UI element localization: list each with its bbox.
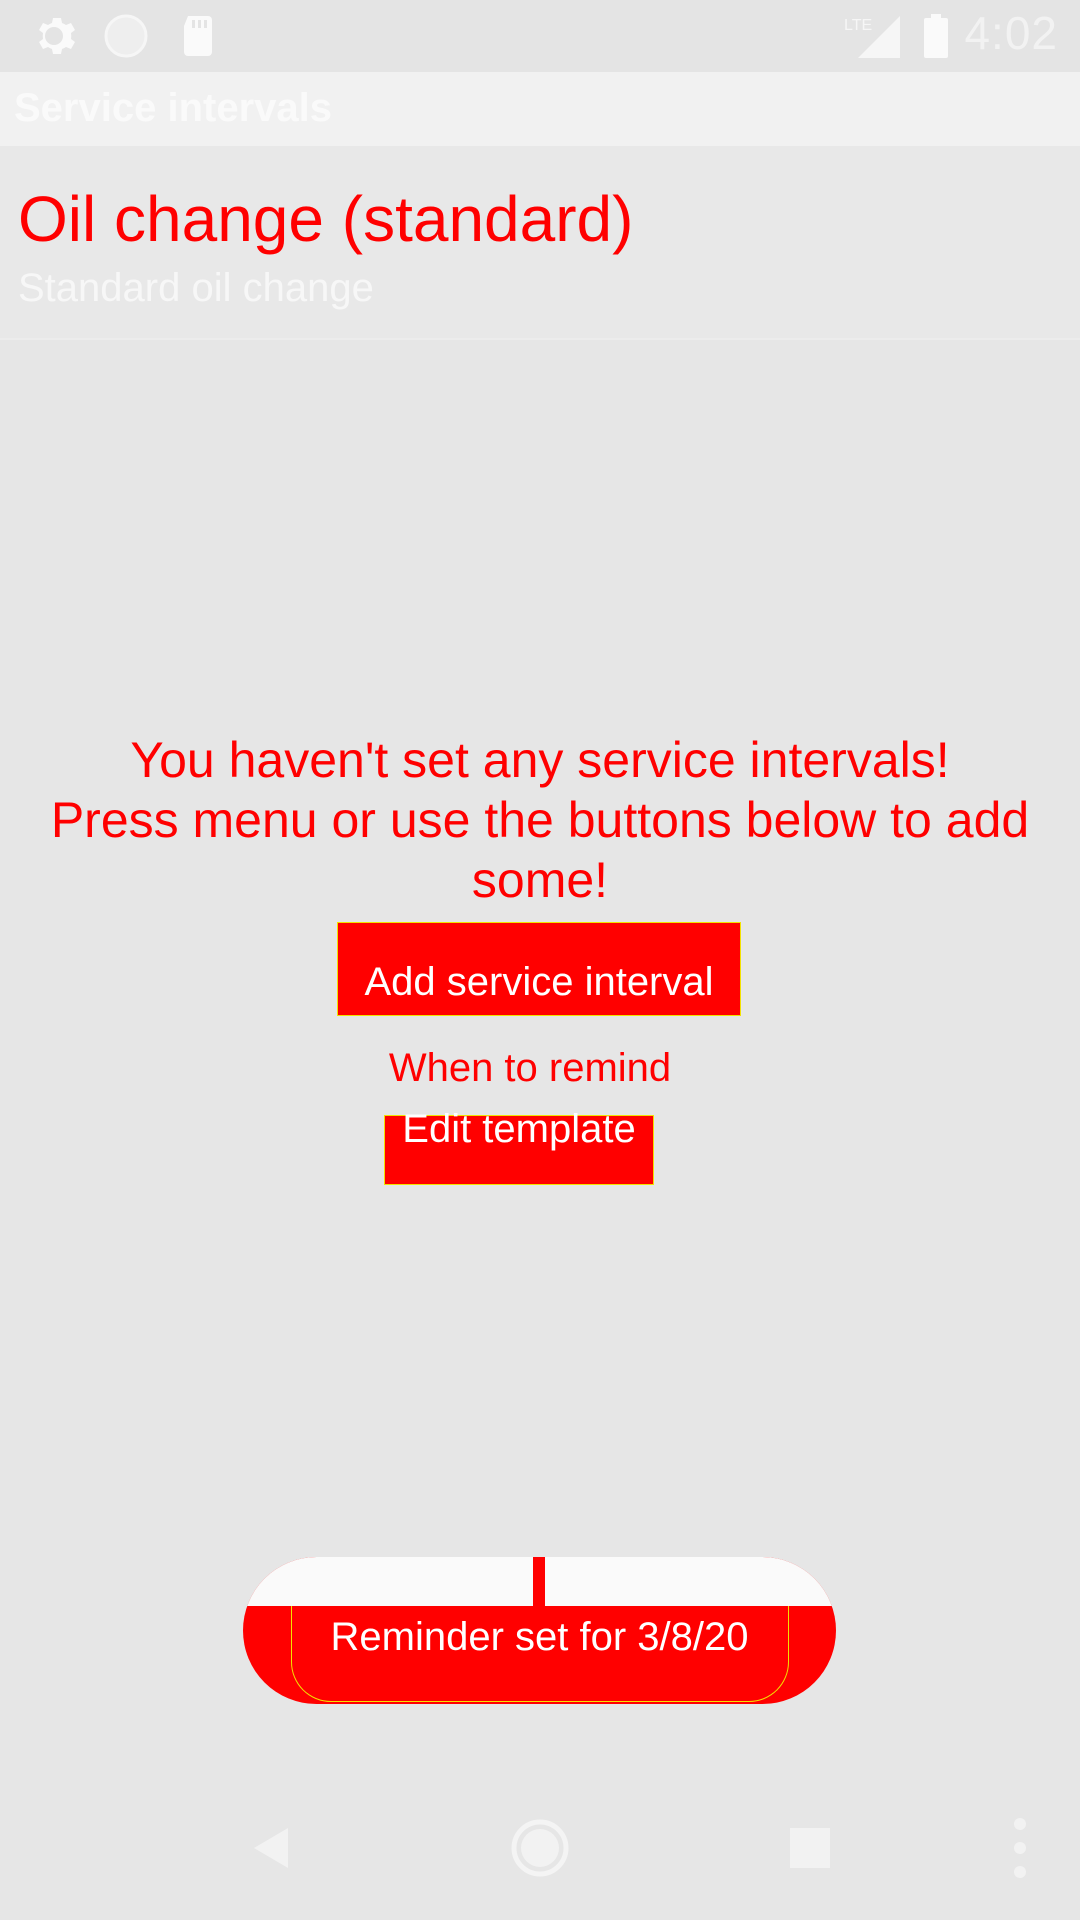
template-subtitle: Standard oil change	[18, 266, 374, 310]
sd-card-icon	[184, 16, 212, 56]
status-time: 4:02	[964, 7, 1058, 59]
toast-message: Reminder set for 3/8/20	[330, 1615, 749, 1659]
toast-divider	[533, 1557, 545, 1606]
empty-state-message: You haven't set any service intervals! P…	[0, 730, 1080, 910]
when-to-remind-label: When to remind	[388, 1046, 672, 1090]
app-bar: Service intervals	[0, 72, 1080, 146]
lte-signal-icon: LTE	[844, 16, 900, 58]
screen: LTE 4:02 Service intervals Oil change (s…	[0, 0, 1080, 1920]
battery-icon	[924, 14, 948, 58]
add-service-interval-button[interactable]: Add service interval	[337, 922, 741, 1016]
navigation-bar	[0, 1776, 1080, 1920]
status-bar: LTE 4:02	[0, 0, 1080, 72]
recents-icon[interactable]	[774, 1812, 846, 1884]
back-icon[interactable]	[234, 1812, 306, 1884]
empty-state-line-1: You haven't set any service intervals!	[130, 732, 950, 788]
edit-template-button[interactable]: Edit template	[384, 1109, 654, 1185]
template-header[interactable]: Oil change (standard) Standard oil chang…	[0, 146, 1080, 340]
template-title: Oil change (standard)	[18, 183, 634, 255]
overflow-menu-icon[interactable]	[984, 1812, 1056, 1884]
toast: Reminder set for 3/8/20	[243, 1557, 836, 1704]
lte-label: LTE	[844, 17, 872, 34]
gear-icon	[39, 18, 75, 54]
app-title: Service intervals	[14, 86, 332, 130]
home-icon[interactable]	[504, 1812, 576, 1884]
circle-notification-icon	[104, 14, 148, 58]
empty-state-line-2: Press menu or use the buttons below to a…	[50, 792, 1030, 908]
